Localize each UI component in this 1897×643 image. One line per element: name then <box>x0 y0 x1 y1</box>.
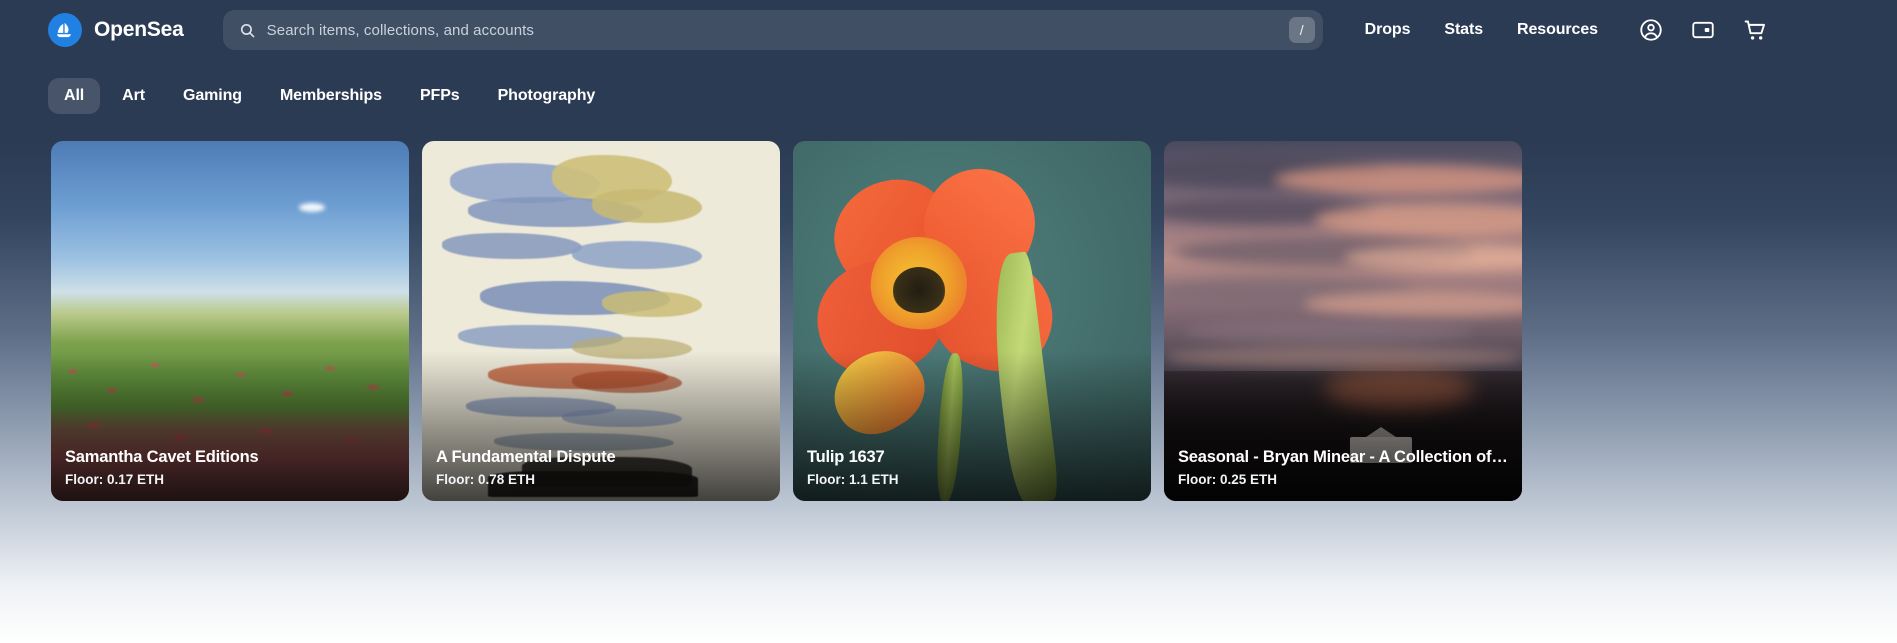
cart-icon[interactable] <box>1742 17 1769 44</box>
card-title: Seasonal - Bryan Minear - A Collection o… <box>1178 448 1510 466</box>
nav-link-drops[interactable]: Drops <box>1365 21 1411 39</box>
card-text-block: Samantha Cavet Editions Floor: 0.17 ETH <box>65 448 397 487</box>
nav-link-resources[interactable]: Resources <box>1517 21 1598 39</box>
tab-photography[interactable]: Photography <box>482 78 612 114</box>
tab-all[interactable]: All <box>48 78 101 114</box>
card-floor-price: Floor: 0.17 ETH <box>65 472 165 487</box>
site-header: OpenSea / Drops Stats Resources <box>0 0 1897 60</box>
card-floor-price: Floor: 0.25 ETH <box>1178 472 1278 487</box>
search-bar[interactable]: / <box>222 10 1323 50</box>
primary-nav: Drops Stats Resources <box>1365 21 1598 39</box>
collection-card-grid: Samantha Cavet Editions Floor: 0.17 ETH <box>0 114 1897 501</box>
header-icon-group <box>1638 17 1769 44</box>
search-shortcut-badge: / <box>1288 17 1315 43</box>
card-title: A Fundamental Dispute <box>436 448 616 466</box>
brand-name: OpenSea <box>94 18 184 41</box>
nav-link-stats[interactable]: Stats <box>1444 21 1483 39</box>
tab-pfps[interactable]: PFPs <box>404 78 476 114</box>
search-input[interactable] <box>266 21 1289 39</box>
card-title: Tulip 1637 <box>807 448 885 466</box>
card-title: Samantha Cavet Editions <box>65 448 259 466</box>
brand-logo-link[interactable]: OpenSea <box>48 13 184 47</box>
tab-memberships[interactable]: Memberships <box>264 78 398 114</box>
card-text-block: A Fundamental Dispute Floor: 0.78 ETH <box>436 448 768 487</box>
opensea-sailboat-logo-icon <box>48 13 82 47</box>
card-floor-price: Floor: 1.1 ETH <box>807 472 899 487</box>
wallet-icon[interactable] <box>1690 17 1716 43</box>
collection-card[interactable]: Samantha Cavet Editions Floor: 0.17 ETH <box>51 141 409 501</box>
cloud-shape <box>299 203 325 212</box>
category-tabs: All Art Gaming Memberships PFPs Photogra… <box>0 60 1897 114</box>
card-text-block: Tulip 1637 Floor: 1.1 ETH <box>807 448 1139 487</box>
tab-gaming[interactable]: Gaming <box>167 78 258 114</box>
collection-card[interactable]: Seasonal - Bryan Minear - A Collection o… <box>1164 141 1522 501</box>
collection-card[interactable]: A Fundamental Dispute Floor: 0.78 ETH <box>422 141 780 501</box>
card-floor-price: Floor: 0.78 ETH <box>436 472 536 487</box>
tab-art[interactable]: Art <box>106 78 161 114</box>
search-icon <box>239 22 256 39</box>
card-text-block: Seasonal - Bryan Minear - A Collection o… <box>1178 448 1510 487</box>
account-icon[interactable] <box>1638 17 1664 43</box>
collection-card[interactable]: Tulip 1637 Floor: 1.1 ETH <box>793 141 1151 501</box>
